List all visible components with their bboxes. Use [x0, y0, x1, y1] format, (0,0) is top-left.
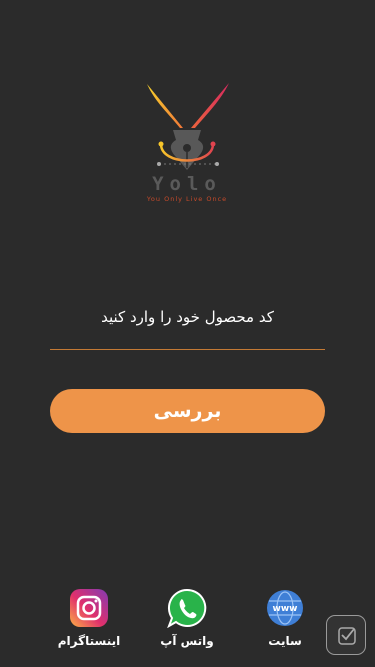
instagram-link[interactable]: اینستاگرام [49, 588, 129, 648]
globe-www-icon: www [267, 590, 303, 626]
website-link[interactable]: www سایت [245, 588, 325, 648]
pen-nib-logo-icon: Yolo You Only Live Once [146, 83, 229, 203]
checkbox-icon [338, 627, 356, 645]
whatsapp-icon [167, 588, 207, 628]
check-button[interactable]: بررسی [50, 389, 325, 433]
logo-tagline: You Only Live Once [146, 195, 227, 203]
yolo-logo: Yolo You Only Live Once [125, 78, 250, 208]
instagram-icon [70, 589, 108, 627]
overlay-badge[interactable] [326, 615, 366, 655]
www-text: www [273, 604, 298, 614]
logo-wordmark: Yolo [152, 173, 222, 195]
whatsapp-link[interactable]: واتس آپ [147, 588, 227, 648]
product-code-input[interactable] [50, 322, 325, 350]
instagram-label: اینستاگرام [57, 634, 121, 648]
website-label: سایت [268, 634, 302, 648]
whatsapp-label: واتس آپ [160, 634, 214, 648]
